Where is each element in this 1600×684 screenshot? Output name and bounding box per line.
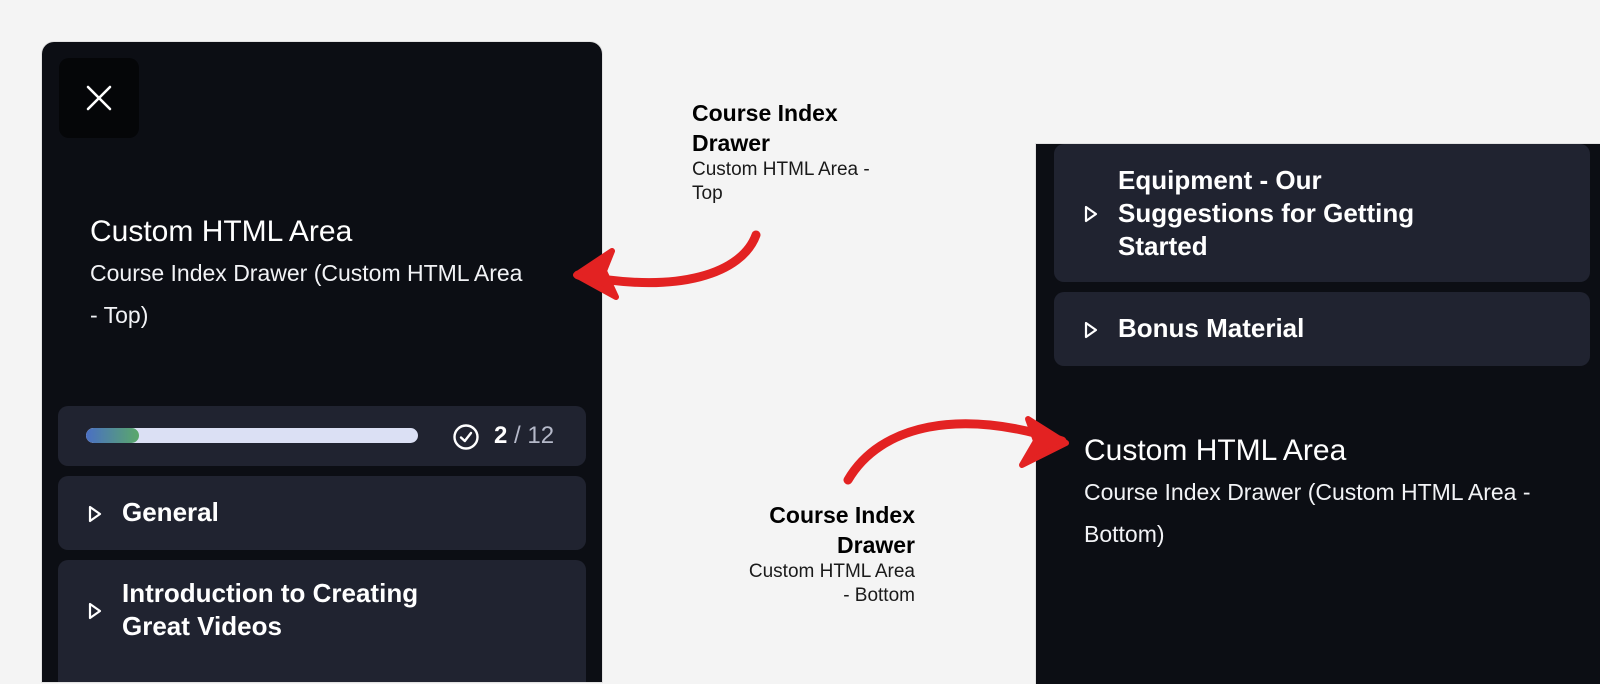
section-label: General <box>122 497 219 527</box>
close-icon <box>86 85 112 111</box>
section-label: Bonus Material <box>1118 313 1305 343</box>
annotation-top: Course Index Drawer Custom HTML Area - T… <box>692 98 882 206</box>
progress-completed: 2 <box>494 422 508 449</box>
custom-html-area-title: Custom HTML Area <box>90 215 353 248</box>
custom-html-area-bottom: Custom HTML Area Course Index Drawer (Cu… <box>1084 431 1544 555</box>
custom-html-area-body: Course Index Drawer (Custom HTML Area - … <box>90 260 523 328</box>
progress-separator: / <box>514 422 521 449</box>
play-triangle-icon <box>88 602 102 620</box>
section-general[interactable]: General <box>58 476 586 550</box>
section-bonus-material[interactable]: Bonus Material <box>1054 292 1590 366</box>
annotation-subtitle: Custom HTML Area - Top <box>692 159 870 204</box>
section-label: Introduction to Creating Great Videos <box>122 578 419 641</box>
play-triangle-icon <box>1084 205 1098 223</box>
course-index-drawer-right: Equipment - Our Suggestions for Getting … <box>1036 144 1600 684</box>
custom-html-area-top: Custom HTML Area Course Index Drawer (Cu… <box>90 212 530 336</box>
play-triangle-icon <box>1084 321 1098 339</box>
check-circle-icon <box>453 424 479 450</box>
section-introduction[interactable]: Introduction to Creating Great Videos <box>58 560 586 682</box>
section-label: Equipment - Our Suggestions for Getting … <box>1118 165 1415 261</box>
section-equipment[interactable]: Equipment - Our Suggestions for Getting … <box>1054 144 1590 282</box>
arrow-bottom-icon <box>843 416 1069 485</box>
custom-html-area-body: Course Index Drawer (Custom HTML Area - … <box>1084 479 1531 547</box>
annotation-title: Course Index Drawer <box>769 502 915 558</box>
progress-total: 12 <box>527 422 555 449</box>
custom-html-area-title: Custom HTML Area <box>1084 434 1347 467</box>
annotation-title: Course Index Drawer <box>692 100 838 156</box>
progress-bar <box>86 428 418 443</box>
play-triangle-icon <box>88 505 102 523</box>
course-index-drawer-left: Custom HTML Area Course Index Drawer (Cu… <box>42 42 602 682</box>
annotation-bottom: Course Index Drawer Custom HTML Area - B… <box>740 500 915 608</box>
progress-bar-fill <box>86 428 140 443</box>
progress-count: 2 / 12 <box>494 421 554 451</box>
close-drawer-button[interactable] <box>59 58 139 138</box>
annotation-subtitle: Custom HTML Area - Bottom <box>748 561 915 606</box>
course-progress: 2 / 12 <box>58 406 586 466</box>
arrow-top-icon <box>573 230 761 300</box>
